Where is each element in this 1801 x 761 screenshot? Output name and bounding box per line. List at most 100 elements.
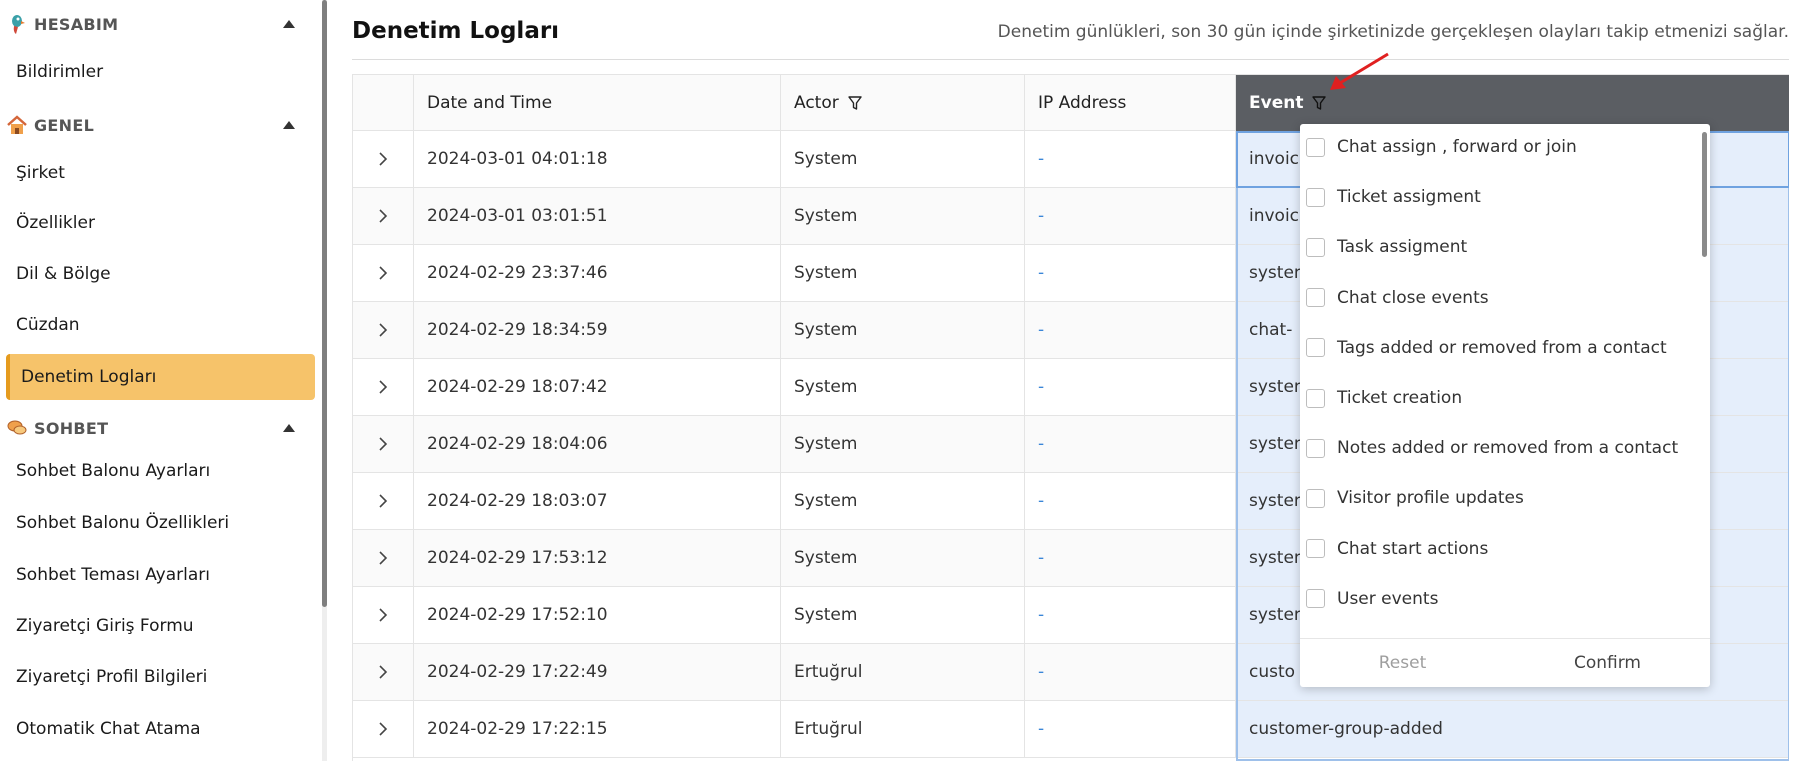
reset-button[interactable]: Reset — [1300, 639, 1505, 687]
chevron-right-icon — [379, 665, 388, 679]
expand-row-button[interactable] — [353, 131, 414, 187]
expand-row-button[interactable] — [353, 188, 414, 244]
filter-option[interactable]: User events — [1306, 574, 1438, 624]
actor-cell: System — [781, 473, 1025, 529]
datetime-cell: 2024-02-29 18:04:06 — [414, 416, 781, 472]
chevron-right-icon — [379, 551, 388, 565]
checkbox[interactable] — [1306, 237, 1325, 257]
expand-row-button[interactable] — [353, 245, 414, 301]
column-label: Actor — [794, 93, 839, 113]
filter-option[interactable]: Chat start actions — [1306, 524, 1488, 574]
ip-cell: - — [1025, 416, 1236, 472]
datetime-cell: 2024-02-29 18:07:42 — [414, 359, 781, 415]
filter-option[interactable]: Task assigment — [1306, 222, 1467, 272]
sidebar-item-ziyaretci-profil-bilgileri[interactable]: Ziyaretçi Profil Bilgileri — [16, 662, 207, 692]
expand-row-button[interactable] — [353, 416, 414, 472]
expand-row-button[interactable] — [353, 701, 414, 757]
sidebar: HESABIM Bildirimler GENEL Şirket Özellik… — [0, 0, 320, 761]
checkbox[interactable] — [1306, 137, 1325, 157]
filter-option-label: Tags added or removed from a contact — [1337, 337, 1667, 358]
sidebar-item-sohbet-balonu-ayarlari[interactable]: Sohbet Balonu Ayarları — [16, 456, 210, 486]
caret-up-icon[interactable] — [283, 20, 295, 28]
filter-option[interactable]: Visitor profile updates — [1306, 473, 1524, 523]
filter-option-label: Ticket assigment — [1337, 187, 1481, 208]
section-title: GENEL — [34, 115, 95, 135]
filter-option-label: Chat close events — [1337, 287, 1489, 308]
table-row[interactable]: 2024-02-29 17:22:15 Ertuğrul - customer-gro… — [353, 701, 1789, 758]
actor-cell: System — [781, 587, 1025, 643]
home-icon — [4, 113, 30, 137]
filter-option-label: Chat start actions — [1337, 538, 1489, 559]
expand-row-button[interactable] — [353, 530, 414, 586]
column-label: Date and Time — [427, 93, 553, 113]
chevron-right-icon — [379, 494, 388, 508]
caret-up-icon[interactable] — [283, 121, 295, 129]
datetime-cell: 2024-02-29 17:53:12 — [414, 530, 781, 586]
filter-icon[interactable] — [847, 95, 863, 111]
chevron-right-icon — [379, 722, 388, 736]
checkbox[interactable] — [1306, 388, 1325, 408]
expand-row-button[interactable] — [353, 359, 414, 415]
checkbox[interactable] — [1306, 589, 1325, 609]
sidebar-item-bildirimler[interactable]: Bildirimler — [16, 57, 103, 87]
checkbox[interactable] — [1306, 539, 1325, 559]
column-header-actor[interactable]: Actor — [781, 75, 1025, 131]
section-hesabim[interactable]: HESABIM — [0, 4, 305, 44]
annotation-arrow-icon — [1330, 52, 1389, 90]
sidebar-item-ozellikler[interactable]: Özellikler — [16, 208, 95, 238]
expand-row-button[interactable] — [353, 473, 414, 529]
chevron-right-icon — [379, 152, 388, 166]
filter-option-label: Ticket creation — [1337, 388, 1463, 408]
filter-option[interactable]: Ticket creation — [1306, 373, 1462, 423]
column-header-datetime[interactable]: Date and Time — [414, 75, 781, 131]
expand-row-button[interactable] — [353, 587, 414, 643]
page-description: Denetim günlükleri, son 30 gün içinde şi… — [997, 22, 1789, 42]
section-title: HESABIM — [34, 14, 119, 34]
actor-cell: Ertuğrul — [781, 644, 1025, 700]
filter-option[interactable]: Ticket assigment — [1306, 172, 1481, 222]
section-sohbet[interactable]: SOHBET — [0, 408, 305, 448]
expand-row-button[interactable] — [353, 644, 414, 700]
expand-row-button[interactable] — [353, 302, 414, 358]
actor-cell: System — [781, 188, 1025, 244]
sidebar-item-otomatik-chat-atama[interactable]: Otomatik Chat Atama — [16, 714, 201, 744]
actor-cell: Ertuğrul — [781, 701, 1025, 757]
sidebar-item-dil-bolge[interactable]: Dil & Bölge — [16, 259, 111, 289]
filter-option[interactable]: Notes added or removed from a contact — [1306, 423, 1678, 473]
sidebar-item-denetim-loglari[interactable]: Denetim Logları — [6, 354, 315, 400]
checkbox[interactable] — [1306, 288, 1325, 308]
column-label: Event — [1249, 93, 1304, 113]
ip-cell: - — [1025, 188, 1236, 244]
filter-option[interactable]: Tags added or removed from a contact — [1306, 323, 1667, 373]
caret-up-icon[interactable] — [283, 424, 295, 432]
checkbox[interactable] — [1306, 438, 1325, 458]
chevron-right-icon — [379, 608, 388, 622]
actor-cell: System — [781, 302, 1025, 358]
section-genel[interactable]: GENEL — [0, 105, 305, 145]
sidebar-item-ziyaretci-giris-formu[interactable]: Ziyaretçi Giriş Formu — [16, 611, 194, 641]
checkbox[interactable] — [1306, 488, 1325, 508]
datetime-cell: 2024-03-01 04:01:18 — [414, 131, 781, 187]
chat-bubbles-icon — [4, 416, 30, 440]
sidebar-item-sohbet-balonu-ozellikleri[interactable]: Sohbet Balonu Özellikleri — [16, 508, 229, 538]
ip-cell: - — [1025, 245, 1236, 301]
dropdown-footer: Reset Confirm — [1300, 638, 1710, 687]
sidebar-item-cuzdan[interactable]: Cüzdan — [16, 310, 80, 340]
sidebar-item-sirket[interactable]: Şirket — [16, 158, 65, 188]
ip-cell: - — [1025, 530, 1236, 586]
filter-option[interactable]: Chat close events — [1306, 273, 1489, 323]
confirm-button[interactable]: Confirm — [1505, 639, 1710, 687]
filter-option[interactable]: Chat assign , forward or join — [1306, 122, 1577, 172]
ip-cell: - — [1025, 701, 1236, 757]
event-cell: customer-group-added — [1236, 701, 1789, 757]
column-header-ip[interactable]: IP Address — [1025, 75, 1236, 131]
dropdown-scrollbar[interactable] — [1702, 132, 1707, 257]
checkbox[interactable] — [1306, 187, 1325, 207]
ip-cell: - — [1025, 644, 1236, 700]
sidebar-item-sohbet-temasi-ayarlari[interactable]: Sohbet Teması Ayarları — [16, 560, 210, 590]
sidebar-scrollbar[interactable] — [322, 0, 327, 607]
actor-cell: System — [781, 416, 1025, 472]
datetime-cell: 2024-02-29 17:22:49 — [414, 644, 781, 700]
ip-cell: - — [1025, 587, 1236, 643]
checkbox[interactable] — [1306, 338, 1325, 358]
